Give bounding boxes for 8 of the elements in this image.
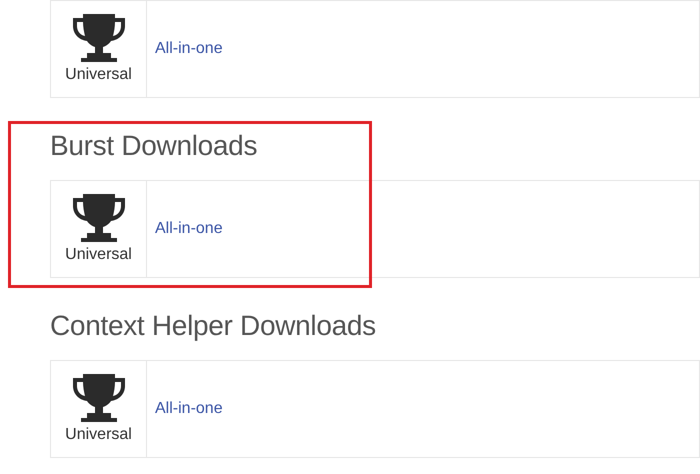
download-link[interactable]: All-in-one <box>155 220 223 238</box>
section-heading: Burst Downloads <box>50 129 258 163</box>
platform-label: Universal <box>65 426 132 444</box>
section-heading: Context Helper Downloads <box>50 309 377 343</box>
platform-label: Universal <box>65 246 132 264</box>
platform-label: Universal <box>65 66 132 84</box>
download-link[interactable]: All-in-one <box>155 400 223 418</box>
download-link[interactable]: All-in-one <box>155 40 223 58</box>
